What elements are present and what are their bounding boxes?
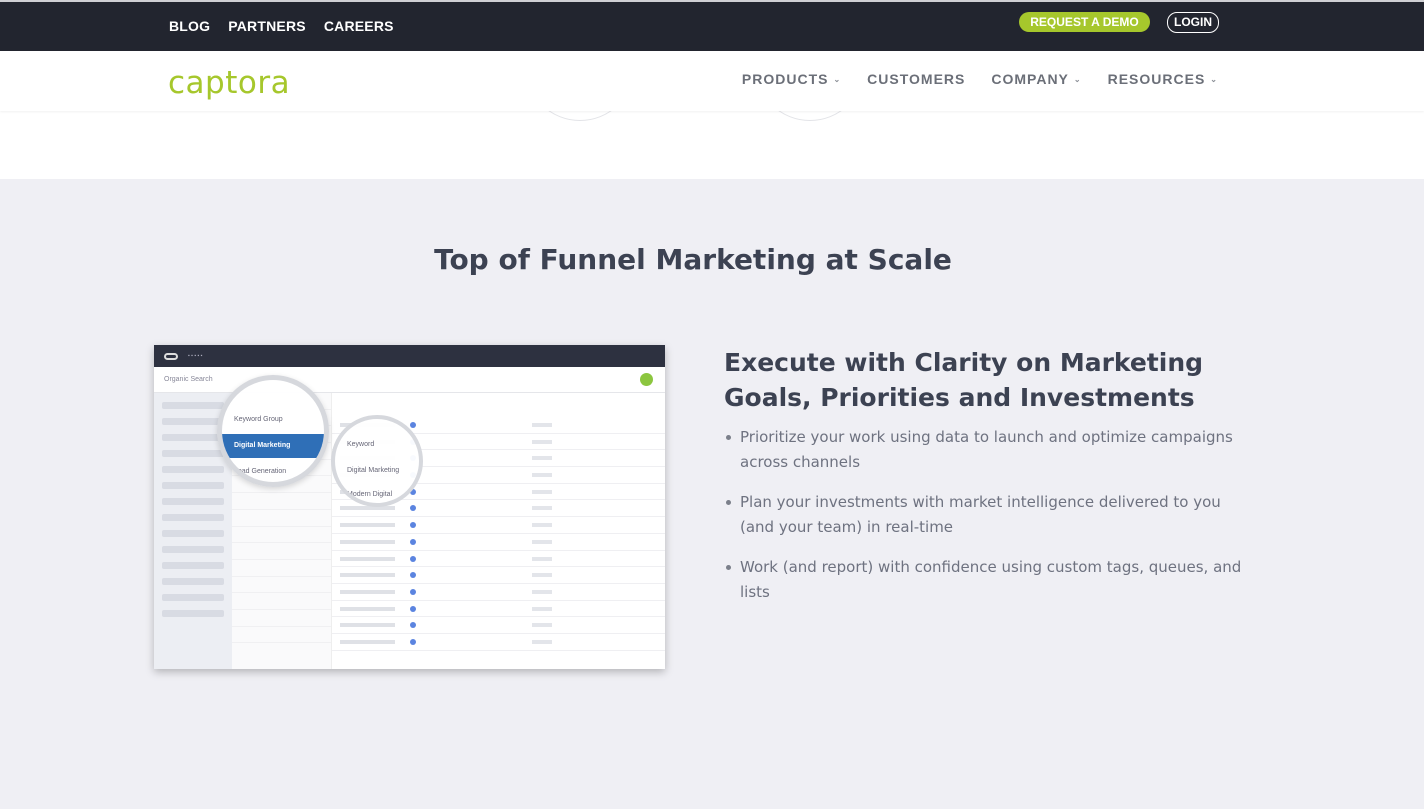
utility-links: BLOG PARTNERS CAREERS	[169, 18, 394, 34]
app-logo-icon	[164, 352, 178, 360]
plus-icon	[640, 373, 653, 386]
feature-bullets: Prioritize your work using data to launc…	[722, 425, 1242, 620]
login-button[interactable]: LOGIN	[1167, 12, 1219, 33]
captora-logo[interactable]: captora	[168, 65, 300, 101]
group-item: Lead Generation	[234, 468, 287, 475]
main-navbar: captora PRODUCTS ⌄ CUSTOMERS COMPANY ⌄ RES…	[0, 51, 1424, 111]
top-utility-bar: BLOG PARTNERS CAREERS REQUEST A DEMO LOG…	[0, 0, 1424, 51]
blog-link[interactable]: BLOG	[169, 18, 210, 34]
section-title: Top of Funnel Marketing at Scale	[434, 243, 952, 276]
circle-graphic	[525, 111, 635, 121]
primary-nav: PRODUCTS ⌄ CUSTOMERS COMPANY ⌄ RESOURCES ⌄	[742, 71, 1218, 87]
chevron-down-icon: ⌄	[1210, 74, 1218, 84]
keyword-header: Keyword	[347, 441, 375, 448]
screenshot-toolbar: Organic Search	[154, 367, 665, 393]
partners-link[interactable]: PARTNERS	[228, 18, 306, 34]
active-group-item: Digital Marketing	[222, 434, 324, 458]
bullet-item: Prioritize your work using data to launc…	[722, 425, 1242, 475]
nav-company[interactable]: COMPANY ⌄	[991, 71, 1081, 87]
logo-text: captora	[168, 65, 290, 101]
magnifier-lens-secondary: Keyword Digital Marketing Modern Digital	[331, 415, 423, 507]
keyword-item: Modern Digital	[347, 491, 393, 498]
nav-resources-label: RESOURCES	[1107, 71, 1206, 87]
bullet-item: Plan your investments with market intell…	[722, 490, 1242, 540]
careers-link[interactable]: CAREERS	[324, 18, 394, 34]
nav-company-label: COMPANY	[991, 71, 1069, 87]
nav-products[interactable]: PRODUCTS ⌄	[742, 71, 841, 87]
nav-resources[interactable]: RESOURCES ⌄	[1108, 71, 1218, 87]
screenshot-app-header: ▪ ▪ ▪ ▪ ▪	[154, 345, 665, 367]
chevron-down-icon: ⌄	[833, 74, 842, 84]
previous-section	[0, 111, 1424, 179]
product-screenshot: ▪ ▪ ▪ ▪ ▪ Organic Search Keyword Group D…	[154, 345, 665, 669]
app-nav-placeholder: ▪ ▪ ▪ ▪ ▪	[188, 353, 203, 359]
keyword-group-header: Keyword Group	[234, 416, 283, 423]
feature-title: Execute with Clarity on Marketing Goals,…	[724, 348, 1204, 412]
request-demo-button[interactable]: REQUEST A DEMO	[1019, 12, 1150, 32]
nav-products-label: PRODUCTS	[741, 71, 829, 87]
search-label: Organic Search	[164, 376, 213, 383]
chevron-down-icon: ⌄	[1073, 74, 1082, 84]
nav-customers[interactable]: CUSTOMERS	[867, 71, 965, 87]
magnifier-lens: Keyword Group Digital Marketing Lead Gen…	[217, 375, 329, 487]
keyword-item: Digital Marketing	[347, 467, 400, 474]
circle-graphic	[755, 111, 865, 121]
bullet-item: Work (and report) with confidence using …	[722, 555, 1242, 605]
nav-customers-label: CUSTOMERS	[867, 71, 966, 87]
